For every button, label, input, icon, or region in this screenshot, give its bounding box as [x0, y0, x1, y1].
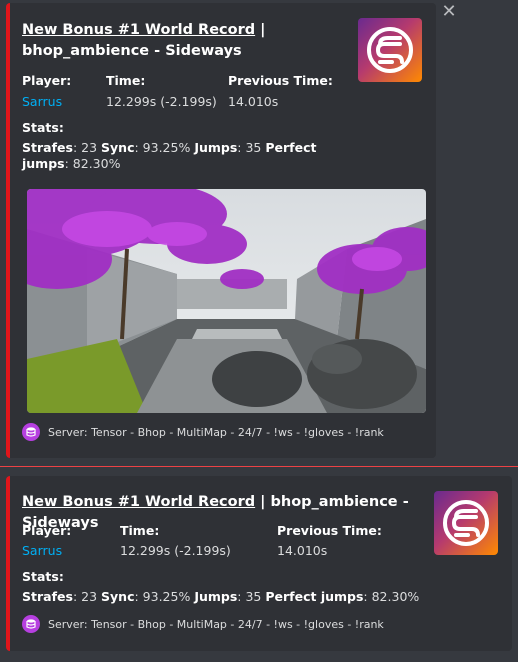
- player-label: Player:: [22, 73, 72, 88]
- stats-label: Stats:: [22, 120, 64, 135]
- footer-text: Server: Tensor - Bhop - MultiMap - 24/7 …: [48, 617, 384, 631]
- player-link[interactable]: Sarrus: [22, 94, 62, 109]
- previous-time-label: Previous Time:: [277, 523, 382, 538]
- close-icon[interactable]: ✕: [440, 3, 458, 21]
- player-link[interactable]: Sarrus: [22, 543, 62, 558]
- server-logo-thumbnail[interactable]: [434, 491, 498, 555]
- embed-world-record-1: New Bonus #1 World Record | bhop_ambienc…: [6, 3, 436, 458]
- stats-label: Stats:: [22, 569, 64, 584]
- time-value: 12.299s (-2.199s): [120, 543, 231, 558]
- map-screenshot-graphic: [27, 189, 426, 413]
- server-logo-icon: [367, 27, 413, 73]
- map-screenshot-image[interactable]: [27, 189, 426, 413]
- database-icon: [22, 423, 40, 441]
- player-label: Player:: [22, 523, 72, 538]
- server-logo-thumbnail[interactable]: [358, 18, 422, 82]
- embed-world-record-2: New Bonus #1 World Record | bhop_ambienc…: [6, 476, 512, 651]
- stats-text: Strafes: 23 Sync: 93.25% Jumps: 35 Perfe…: [22, 589, 420, 604]
- previous-time-value: 14.010s: [277, 543, 328, 558]
- embed-footer: Server: Tensor - Bhop - MultiMap - 24/7 …: [22, 615, 384, 633]
- embed-title-link[interactable]: New Bonus #1 World Record: [22, 494, 255, 510]
- database-icon: [22, 615, 40, 633]
- new-messages-divider: [0, 466, 518, 467]
- time-value: 12.299s (-2.199s): [106, 94, 217, 109]
- previous-time-label: Previous Time:: [228, 73, 333, 88]
- stats-text: Strafes: 23 Sync: 93.25% Jumps: 35 Perfe…: [22, 140, 317, 171]
- embed-title: New Bonus #1 World Record | bhop_ambienc…: [22, 20, 347, 62]
- time-label: Time:: [120, 523, 160, 538]
- time-label: Time:: [106, 73, 146, 88]
- server-logo-icon: [443, 500, 489, 546]
- embed-title-link[interactable]: New Bonus #1 World Record: [22, 22, 255, 38]
- embed-footer: Server: Tensor - Bhop - MultiMap - 24/7 …: [22, 423, 384, 441]
- footer-text: Server: Tensor - Bhop - MultiMap - 24/7 …: [48, 425, 384, 439]
- previous-time-value: 14.010s: [228, 94, 279, 109]
